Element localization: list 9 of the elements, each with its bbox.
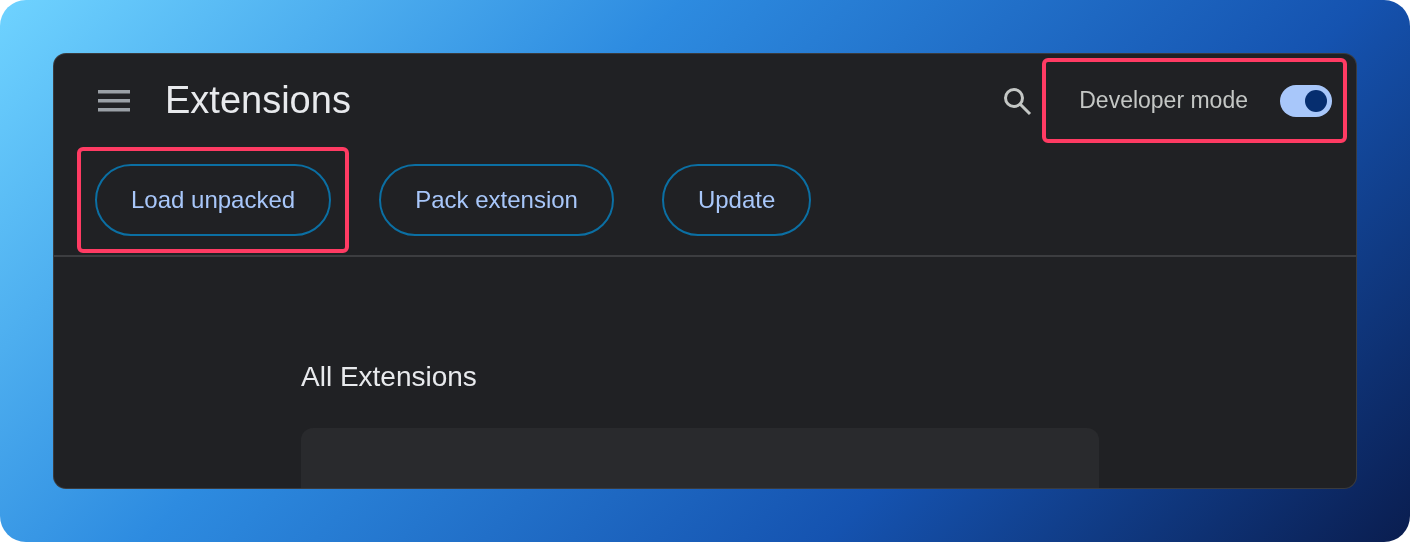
search-icon[interactable]: [1002, 85, 1033, 116]
action-button[interactable]: Load unpacked: [95, 164, 332, 237]
action-button[interactable]: Update: [661, 164, 812, 237]
action-button[interactable]: Pack extension: [379, 164, 614, 237]
section-title: All Extensions: [301, 361, 478, 393]
toggle-label: Developer mode: [1079, 87, 1248, 115]
menu-icon[interactable]: [97, 87, 131, 114]
page-title: Extensions: [165, 79, 351, 123]
toggle-switch[interactable]: [1280, 84, 1332, 117]
